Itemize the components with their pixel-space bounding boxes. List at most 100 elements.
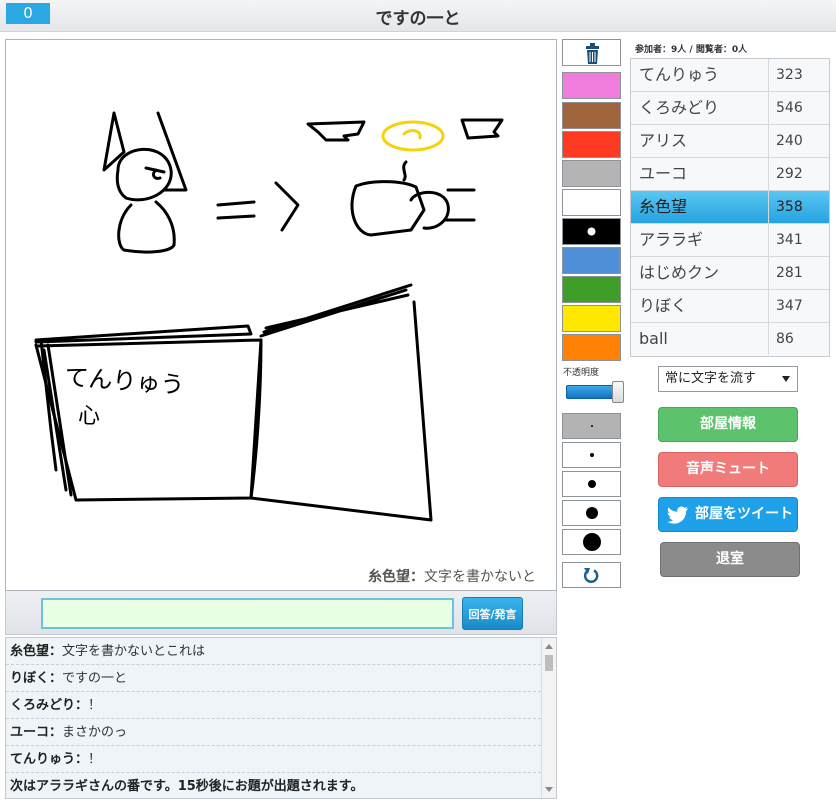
chat-message: 糸色望：文字を書かないとこれは: [6, 638, 541, 665]
stroke-book-top: [34, 324, 253, 344]
clear-canvas-button[interactable]: [562, 39, 621, 66]
brush-size-5[interactable]: [562, 529, 621, 555]
color-swatch-gray[interactable]: [562, 160, 621, 187]
undo-button[interactable]: [562, 562, 621, 588]
scroll-up-icon[interactable]: [545, 644, 553, 649]
stroke-arrow: [274, 181, 300, 232]
chat-sender: ユーコ：: [10, 725, 63, 740]
brush-size-2[interactable]: [562, 442, 621, 468]
player-row-active: 糸色望 358: [631, 191, 829, 224]
player-name: ユーコ: [639, 164, 688, 183]
leave-room-button[interactable]: 退室: [660, 542, 800, 577]
text-flow-select-value: 常に文字を流す: [665, 371, 757, 386]
drawing-text-line1: てんりゅう: [64, 363, 186, 399]
chat-sender: てんりゅう：: [10, 752, 89, 767]
twitter-bird-icon: [667, 506, 689, 524]
stroke-equals-bottom: [216, 214, 256, 220]
drawing-canvas[interactable]: てんりゅう 心 糸色望：文字を書かないと: [5, 39, 557, 591]
chat-system-message: 次はアララギさんの番です。15秒後にお題が出題されます。: [6, 773, 541, 798]
answer-submit-button[interactable]: 回答/発言: [462, 597, 523, 630]
chat-text: 次はアララギさんの番です。15秒後にお題が出題されます。: [10, 779, 364, 794]
brush-size-3[interactable]: [562, 471, 621, 497]
chat-message: くろみどり：！: [6, 692, 541, 719]
color-swatch-white[interactable]: [562, 189, 621, 216]
undo-icon: [583, 568, 599, 584]
brush-size-4[interactable]: [562, 500, 621, 526]
player-name: 糸色望: [639, 197, 688, 216]
stroke-halo: [381, 120, 445, 152]
room-info-button[interactable]: 部屋情報: [658, 407, 798, 442]
scroll-down-icon[interactable]: [545, 787, 553, 792]
stroke-cat-head: [115, 147, 173, 202]
scrolling-comment-name: 糸色望：: [368, 569, 424, 585]
player-name: くろみどり: [639, 98, 720, 117]
brush-dot-icon: [590, 425, 593, 427]
opacity-slider-track: [566, 385, 618, 399]
player-score: 341: [768, 224, 830, 256]
brush-dot-icon: [585, 507, 598, 519]
color-swatch-black[interactable]: [562, 218, 621, 245]
scrolling-comment: 糸色望：文字を書かないと: [368, 566, 536, 586]
drawing-strokes: てんりゅう 心: [34, 111, 504, 522]
player-row: てんりゅう 323: [631, 59, 829, 92]
player-name: ball: [639, 329, 668, 348]
brush-dot-icon: [587, 480, 596, 488]
selected-color-dot-icon: [587, 227, 596, 236]
player-name: アララギ: [639, 230, 704, 249]
scrolling-comment-text: 文字を書かないと: [424, 569, 536, 585]
stroke-book-right-top: [259, 283, 413, 338]
player-score: 240: [768, 125, 830, 157]
stroke-cat-body: [117, 200, 176, 254]
chat-scrollbar[interactable]: [541, 638, 556, 798]
color-swatch-green[interactable]: [562, 276, 621, 303]
player-row: アララギ 341: [631, 224, 829, 257]
chat-message: りぼく：ですの一と: [6, 665, 541, 692]
chat-text: まさかのっ: [62, 725, 128, 740]
chat-sender: 糸色望：: [10, 644, 63, 659]
player-row: くろみどり 546: [631, 92, 829, 125]
tweet-room-label: 部屋をツイート: [695, 506, 793, 522]
app-root: 0 ですの一と てんりゅう 心 糸色望：文字を書かないと 回答/発言 糸色望：文…: [0, 0, 836, 806]
opacity-label: 不透明度: [563, 368, 600, 378]
drawing-text-line2: 心: [78, 404, 100, 429]
player-score: 292: [768, 158, 830, 190]
scroll-thumb[interactable]: [545, 655, 553, 671]
brush-dot-icon: [582, 533, 601, 551]
mute-button[interactable]: 音声ミュート: [658, 452, 798, 487]
color-swatch-pink[interactable]: [562, 72, 621, 99]
stroke-book-right-page: [249, 300, 433, 522]
brush-dot-icon: [589, 453, 594, 457]
chat-text: 文字を書かないとこれは: [62, 644, 206, 659]
page-title: ですの一と: [375, 9, 461, 29]
color-swatch-yellow[interactable]: [562, 305, 621, 332]
answer-bar: 回答/発言: [5, 591, 557, 635]
chat-message: ユーコ：まさかのっ: [6, 719, 541, 746]
stroke-equals-top: [216, 200, 256, 207]
color-swatch-blue[interactable]: [562, 247, 621, 274]
player-name: はじめクン: [639, 263, 720, 282]
color-swatch-red[interactable]: [562, 131, 621, 158]
player-row: はじめクン 281: [631, 257, 829, 290]
chat-text: ですの一と: [62, 671, 128, 686]
opacity-slider[interactable]: [566, 381, 624, 403]
answer-input[interactable]: [41, 598, 454, 629]
player-score: 323: [768, 59, 830, 91]
chevron-down-icon: [782, 376, 790, 382]
player-row: りぼく 347: [631, 290, 829, 323]
header-bar: 0 ですの一と: [0, 0, 836, 32]
player-name: アリス: [639, 131, 688, 150]
player-score: 546: [768, 92, 830, 124]
chat-text: ！: [88, 698, 102, 713]
color-swatch-brown[interactable]: [562, 102, 621, 129]
stroke-wing-left: [306, 120, 366, 142]
player-score: 347: [768, 290, 830, 322]
opacity-slider-knob[interactable]: [612, 381, 624, 403]
color-swatch-orange[interactable]: [562, 334, 621, 361]
tweet-room-button[interactable]: 部屋をツイート: [658, 497, 798, 532]
stroke-dead-cat-tail: [444, 188, 476, 222]
stroke-wing-right: [460, 118, 504, 140]
text-flow-select[interactable]: 常に文字を流す: [658, 366, 798, 392]
brush-size-1[interactable]: [562, 413, 621, 439]
chat-sender: りぼく：: [10, 671, 63, 686]
chat-sender: くろみどり：: [10, 698, 89, 713]
